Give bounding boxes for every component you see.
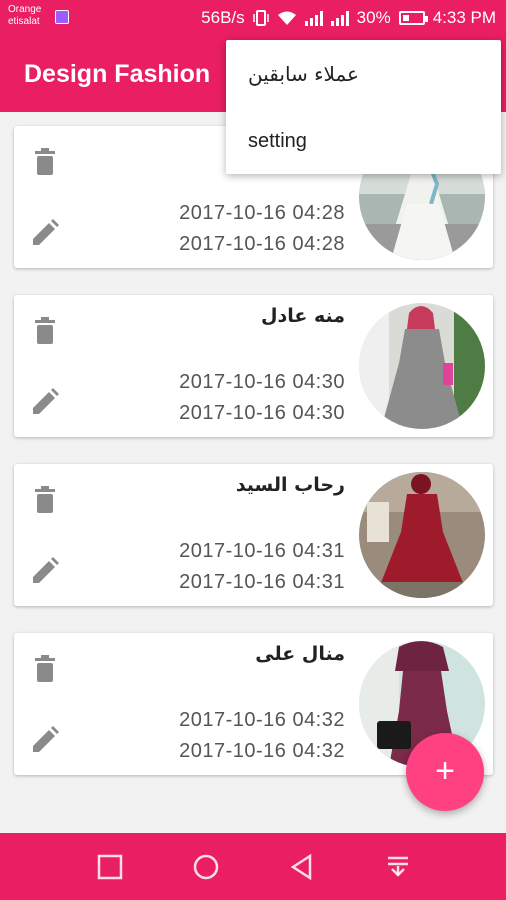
status-bar: Orange etisalat 56B/s 30% 4:33 PM: [0, 0, 506, 36]
vibrate-icon: [252, 10, 269, 26]
network-speed: 56B/s: [201, 8, 245, 27]
back-icon[interactable]: [288, 853, 316, 881]
created-date: 2017-10-16 04:30: [179, 371, 345, 393]
red-dress-photo[interactable]: [359, 472, 485, 598]
updated-date: 2017-10-16 04:28: [179, 233, 345, 255]
add-customer-button[interactable]: +: [406, 733, 484, 811]
edit-icon[interactable]: [30, 387, 60, 417]
edit-icon[interactable]: [30, 725, 60, 755]
delete-icon[interactable]: [32, 148, 58, 176]
wifi-icon: [277, 11, 296, 25]
created-date: 2017-10-16 04:28: [179, 202, 345, 224]
overflow-menu: عملاء سابقين setting: [226, 40, 501, 174]
notification-pull-icon[interactable]: [384, 853, 412, 881]
grey-dress-photo[interactable]: [359, 303, 485, 429]
edit-icon[interactable]: [30, 556, 60, 586]
updated-date: 2017-10-16 04:30: [179, 402, 345, 424]
customer-card[interactable]: منه عادل 2017-10-16 04:30 2017-10-16 04:…: [14, 295, 493, 437]
created-date: 2017-10-16 04:31: [179, 540, 345, 562]
battery-percent: 30%: [356, 8, 391, 27]
signal-icon: [330, 10, 349, 26]
delete-icon[interactable]: [32, 655, 58, 683]
delete-icon[interactable]: [32, 317, 58, 345]
delete-icon[interactable]: [32, 486, 58, 514]
clock: 4:33 PM: [432, 8, 496, 27]
menu-item-previous-customers[interactable]: عملاء سابقين: [248, 62, 359, 86]
customer-card[interactable]: رحاب السيد 2017-10-16 04:31 2017-10-16 0…: [14, 464, 493, 606]
battery-icon: [398, 11, 428, 25]
signal-icon: [304, 10, 323, 26]
navigation-bar: [0, 833, 506, 900]
customer-name: رحاب السيد: [235, 474, 345, 496]
carrier-name: Orange etisalat: [8, 4, 42, 27]
created-date: 2017-10-16 04:32: [179, 709, 345, 731]
customer-name: منال على: [255, 643, 345, 665]
customer-name: منه عادل: [260, 305, 345, 327]
home-icon[interactable]: [192, 853, 220, 881]
status-indicators: 56B/s 30% 4:33 PM: [201, 8, 496, 28]
app-title: Design Fashion: [24, 60, 211, 88]
edit-icon[interactable]: [30, 218, 60, 248]
recents-icon[interactable]: [96, 853, 124, 881]
updated-date: 2017-10-16 04:32: [179, 740, 345, 762]
menu-item-setting[interactable]: setting: [248, 130, 307, 153]
updated-date: 2017-10-16 04:31: [179, 571, 345, 593]
notification-icon: [55, 10, 69, 24]
